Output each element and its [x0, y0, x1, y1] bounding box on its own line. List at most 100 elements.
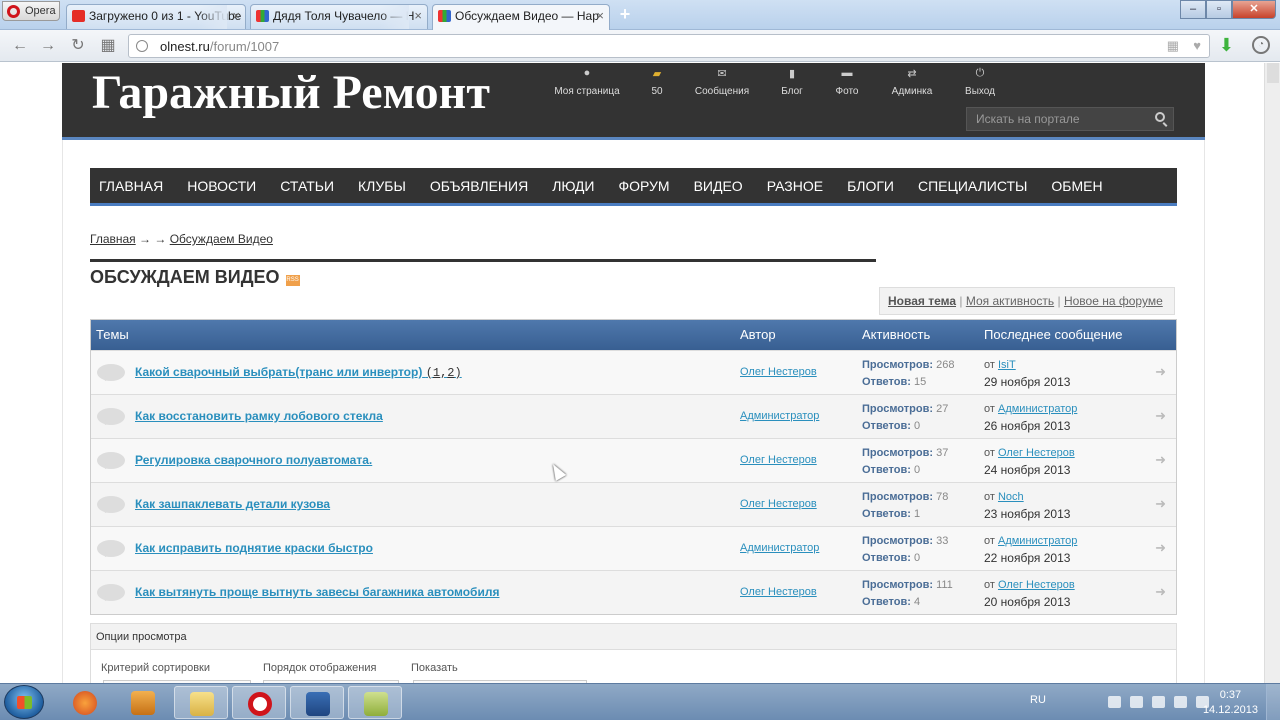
new-tab-button[interactable]: + [616, 5, 634, 24]
nav-clubs[interactable]: КЛУБЫ [358, 178, 406, 194]
nav-ads[interactable]: ОБЪЯВЛЕНИЯ [430, 178, 528, 194]
my-activity-link[interactable]: Моя активность [966, 294, 1054, 308]
heart-icon[interactable]: ♥ [1193, 38, 1201, 53]
grid-icon[interactable]: ▦ [1167, 38, 1179, 54]
taskbar-opera[interactable] [232, 686, 286, 719]
speed-dial-icon[interactable]: ▦ [98, 36, 118, 56]
nav-misc[interactable]: РАЗНОЕ [767, 178, 823, 194]
forum-actions: Новая тема | Моя активность | Новое на ф… [879, 287, 1175, 315]
clock[interactable]: 0:37 14.12.2013 [1203, 688, 1258, 718]
breadcrumb-home[interactable]: Главная [90, 232, 136, 246]
go-to-last-post-icon[interactable]: ➜ [1155, 408, 1166, 424]
language-indicator[interactable]: RU [1030, 694, 1046, 706]
topic-author-link[interactable]: Администратор [740, 410, 819, 422]
forward-button[interactable]: → [38, 36, 58, 56]
rss-icon[interactable]: RSS [285, 275, 300, 286]
go-to-last-post-icon[interactable]: ➜ [1155, 452, 1166, 468]
from-label: от [984, 491, 995, 503]
back-button[interactable]: ← [10, 36, 30, 56]
page-scrollbar[interactable] [1264, 63, 1280, 683]
table-row: Регулировка сварочного полуавтомата. Олег… [91, 438, 1176, 482]
tab-forum-active[interactable]: Обсуждаем Видео — Нар × [432, 4, 610, 30]
address-field[interactable]: olnest.ru/forum/1007 ▦ ♥ [128, 34, 1210, 58]
new-on-forum-link[interactable]: Новое на форуме [1064, 294, 1163, 308]
nav-home[interactable]: ГЛАВНАЯ [99, 178, 163, 194]
download-icon[interactable]: ⬇ [1219, 35, 1234, 56]
taskbar-app[interactable] [290, 686, 344, 719]
tab-youtube[interactable]: Загружено 0 из 1 - YouTube × [66, 4, 246, 29]
topic-title-link[interactable]: Как вытянуть проще вытнуть завесы багажн… [135, 585, 499, 599]
last-post-author-link[interactable]: Администратор [998, 535, 1077, 547]
flag-icon[interactable] [1108, 696, 1121, 708]
start-button[interactable] [4, 685, 44, 719]
opera-menu-button[interactable]: Opera [2, 1, 60, 21]
last-post-author-link[interactable]: Олег Нестеров [998, 579, 1075, 591]
nav-blogs[interactable]: БЛОГИ [847, 178, 894, 194]
topic-title-link[interactable]: Как восстановить рамку лобового стекла [135, 409, 383, 423]
nav-exchange[interactable]: ОБМЕН [1051, 178, 1102, 194]
nav-specialists[interactable]: СПЕЦИАЛИСТЫ [918, 178, 1027, 194]
nav-video[interactable]: ВИДЕО [694, 178, 743, 194]
topic-author-link[interactable]: Олег Нестеров [740, 366, 817, 378]
new-topic-link[interactable]: Новая тема [888, 294, 956, 308]
show-desktop-button[interactable] [1266, 684, 1280, 720]
page-link[interactable]: 2 [447, 366, 454, 380]
go-to-last-post-icon[interactable]: ➜ [1155, 364, 1166, 380]
close-window-button[interactable]: ✕ [1232, 0, 1276, 19]
site-search-input[interactable] [967, 108, 1147, 130]
tab-close-icon[interactable]: × [232, 5, 240, 27]
search-icon[interactable] [1155, 112, 1165, 122]
taskbar-app-2[interactable] [348, 686, 402, 719]
user-nav-admin[interactable]: ⇄ Админка [862, 67, 962, 97]
minimize-button[interactable]: – [1180, 0, 1206, 19]
taskbar-firefox[interactable] [58, 686, 112, 719]
nav-people[interactable]: ЛЮДИ [552, 178, 594, 194]
user-nav-messages[interactable]: ✉ Сообщения [692, 67, 752, 97]
topic-author-link[interactable]: Олег Нестеров [740, 586, 817, 598]
battery-icon[interactable] [1152, 696, 1165, 708]
topic-title-link[interactable]: Как зашпаклевать детали кузова [135, 497, 330, 511]
user-nav-photo[interactable]: ▬ Фото [832, 67, 862, 97]
user-nav-coins[interactable]: ▰ 50 [622, 67, 692, 97]
network-icon[interactable] [1130, 696, 1143, 708]
user-nav-logout[interactable]: ⏻ Выход [962, 67, 998, 97]
last-post-date: 23 ноября 2013 [984, 507, 1071, 521]
go-to-last-post-icon[interactable]: ➜ [1155, 584, 1166, 600]
go-to-last-post-icon[interactable]: ➜ [1155, 496, 1166, 512]
page-link[interactable]: 1 [433, 366, 440, 380]
topic-title-link[interactable]: Регулировка сварочного полуавтомата. [135, 453, 372, 467]
topic-author-link[interactable]: Администратор [740, 542, 819, 554]
opera-button-icon[interactable]: ◔ [1252, 36, 1270, 54]
taskbar-explorer[interactable] [174, 686, 228, 719]
last-post-author-link[interactable]: Олег Нестеров [998, 447, 1075, 459]
views-label: Просмотров: [862, 359, 934, 371]
last-post-author-link[interactable]: Noch [998, 491, 1024, 503]
taskbar-archive[interactable] [116, 686, 170, 719]
nav-forum[interactable]: ФОРУМ [618, 178, 669, 194]
opera-menu-label: Opera [25, 5, 56, 17]
user-nav-blog[interactable]: ▮ Блог [752, 67, 832, 97]
system-tray: RU 0:37 14.12.2013 [1020, 684, 1280, 720]
views-label: Просмотров: [862, 447, 934, 459]
reload-button[interactable]: ↻ [68, 36, 88, 56]
last-post: от Администратор 22 ноября 2013 [984, 533, 1077, 567]
tab-close-icon[interactable]: × [414, 5, 422, 27]
replies-label: Ответов: [862, 596, 911, 608]
nav-news[interactable]: НОВОСТИ [187, 178, 256, 194]
nav-articles[interactable]: СТАТЬИ [280, 178, 334, 194]
from-label: от [984, 447, 995, 459]
tab-uncle-tolya[interactable]: Дядя Толя Чувачело — Н × [250, 4, 428, 29]
maximize-button[interactable]: ▫ [1206, 0, 1232, 19]
last-post-author-link[interactable]: Администратор [998, 403, 1077, 415]
tab-close-icon[interactable]: × [596, 5, 604, 27]
volume-icon[interactable] [1174, 696, 1187, 708]
topic-title-link[interactable]: Какой сварочный выбрать(транс или инверт… [135, 365, 422, 379]
topic-author-link[interactable]: Олег Нестеров [740, 498, 817, 510]
last-post-author-link[interactable]: IsiT [998, 359, 1016, 371]
go-to-last-post-icon[interactable]: ➜ [1155, 540, 1166, 556]
topic-author-link[interactable]: Олег Нестеров [740, 454, 817, 466]
breadcrumb-current[interactable]: Обсуждаем Видео [170, 232, 273, 246]
topic-title-link[interactable]: Как исправить поднятие краски быстро [135, 541, 373, 555]
site-logo[interactable]: Гаражный Ремонт [92, 65, 490, 120]
user-nav-my-page[interactable]: ● Моя страница [552, 67, 622, 97]
